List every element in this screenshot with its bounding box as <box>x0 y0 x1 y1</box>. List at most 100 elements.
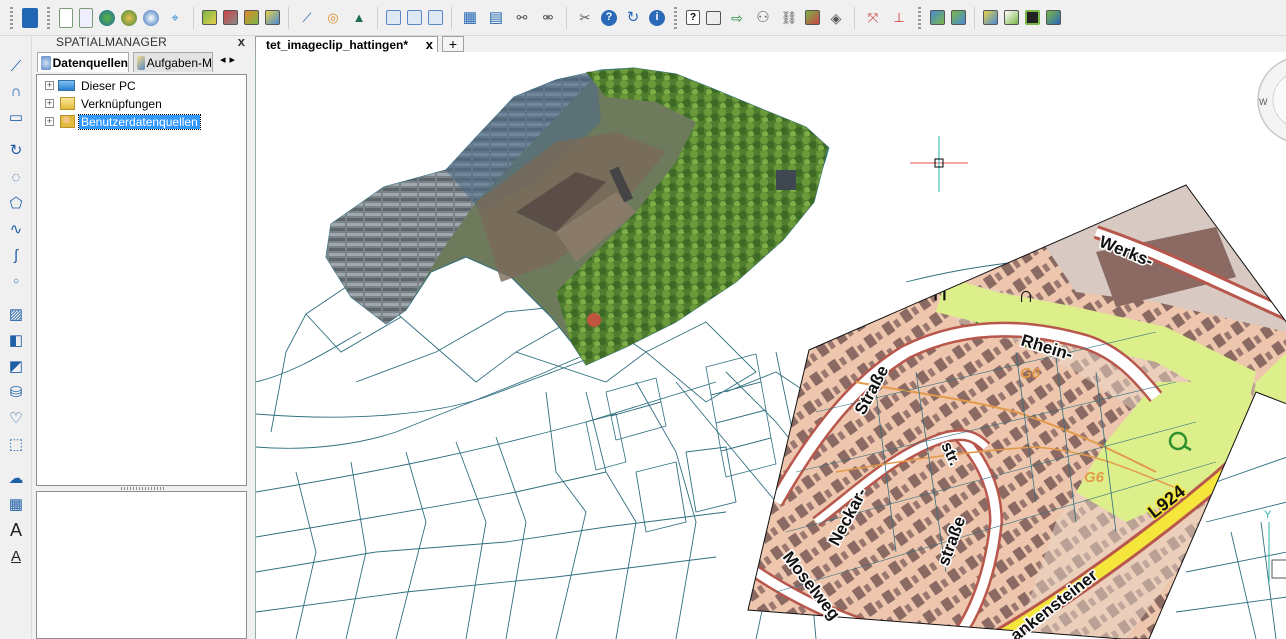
contour-label: G6 <box>1020 365 1041 382</box>
navigation-wheel[interactable]: W <box>1257 57 1286 143</box>
rectangle-icon[interactable]: ▭ <box>5 106 27 128</box>
tab-aufgaben[interactable]: Aufgaben-M <box>133 52 213 72</box>
tab-document[interactable]: tet_imageclip_hattingen* x <box>255 36 438 52</box>
tab-scroll-arrows[interactable]: ◂▸ <box>220 53 239 66</box>
rotate-icon[interactable]: ↻ <box>5 139 27 161</box>
unlink-icon[interactable]: ⚮ <box>538 8 558 28</box>
page-setup-icon[interactable] <box>706 10 721 25</box>
curve-icon[interactable]: ʃ <box>5 244 27 266</box>
spline-icon[interactable]: ∿ <box>5 218 27 240</box>
attribute-table-icon[interactable]: ▤ <box>486 8 506 28</box>
tree-item-label: Benutzerdatenquellen <box>78 113 201 130</box>
map-edit-icon[interactable] <box>805 10 820 25</box>
tree-item-verknuepfungen[interactable]: + Verknüpfungen <box>45 95 164 112</box>
expand-icon[interactable]: + <box>45 81 54 90</box>
image-transform-icon[interactable] <box>1004 10 1019 25</box>
datasource-tree: + Dieser PC + Verknüpfungen + Benutzerda… <box>36 74 247 486</box>
cloud-icon[interactable]: ☁ <box>5 467 27 489</box>
line-edit-icon[interactable]: ⟋ <box>297 8 317 28</box>
image-grid-icon[interactable] <box>1046 10 1061 25</box>
buffer-icon[interactable]: ◎ <box>323 8 343 28</box>
aerial-image-clip[interactable] <box>325 67 829 366</box>
link-icon[interactable]: ⚯ <box>512 8 532 28</box>
raster-map-icon[interactable] <box>223 10 238 25</box>
main-toolbar: ⌖ ⟋ ◎ ▲ ▦ ▤ ⚯ ⚮ ✂ ? ↻ i ? ⇨ ⚇ ⛓ ◈ ⤧ ⊥ <box>0 0 1286 36</box>
refresh-icon[interactable]: ↻ <box>623 8 643 28</box>
tab-datenquellen[interactable]: Datenquellen <box>37 52 129 72</box>
region-icon[interactable]: ◧ <box>5 329 27 351</box>
raster-orange-icon[interactable] <box>244 10 259 25</box>
globe-icon[interactable] <box>99 9 115 26</box>
task-icon <box>137 55 145 70</box>
toolbar-grip[interactable] <box>10 6 13 29</box>
help-icon[interactable]: ? <box>601 9 617 26</box>
query-icon[interactable]: ? <box>686 10 700 25</box>
point-icon[interactable]: ○ <box>5 270 27 292</box>
tree-item-label: Verknüpfungen <box>81 96 162 111</box>
panel-title-bar[interactable]: SPATIALMANAGER x <box>33 34 249 50</box>
hatch-icon[interactable]: ▨ <box>5 303 27 325</box>
select-features-icon[interactable] <box>386 10 401 25</box>
expand-icon[interactable]: + <box>45 117 54 126</box>
panel-splitter[interactable] <box>121 487 165 490</box>
cloud-shape-icon[interactable]: ♡ <box>5 407 27 429</box>
region-box-icon[interactable]: ⬚ <box>5 433 27 455</box>
new-tab-button[interactable]: + <box>442 36 464 52</box>
toolbar-separator <box>854 6 855 29</box>
3d-icon[interactable]: ⛁ <box>5 381 27 403</box>
new-file-icon[interactable] <box>59 7 73 28</box>
terrain-icon[interactable]: ▲ <box>349 8 369 28</box>
toolbar-grip[interactable] <box>47 6 50 29</box>
tree-item-dieser-pc[interactable]: + Dieser PC <box>45 77 138 94</box>
export-icon[interactable]: ⇨ <box>727 8 747 28</box>
toolbar-separator <box>288 6 289 29</box>
coordinate-icon[interactable]: ⤧ <box>863 8 883 28</box>
image-frame-icon[interactable] <box>1025 10 1040 25</box>
open-file-icon[interactable] <box>79 7 93 28</box>
chain-icon[interactable]: ⛓ <box>779 8 799 28</box>
zoom-features-icon[interactable] <box>428 10 443 25</box>
toolbar-separator <box>566 6 567 29</box>
compass-west-label: W <box>1259 97 1268 107</box>
overlay-icon[interactable]: ⚇ <box>753 8 773 28</box>
tree-item-benutzerdatenquellen[interactable]: + Benutzerdatenquellen <box>45 113 201 130</box>
image-adjust-icon[interactable] <box>983 10 998 25</box>
spatial-manager-panel: SPATIALMANAGER x Datenquellen Aufgaben-M… <box>33 34 249 639</box>
snap-icon[interactable]: ⊥ <box>889 8 909 28</box>
image-clip-icon[interactable] <box>951 10 966 25</box>
toolbar-separator <box>377 6 378 29</box>
text-icon[interactable]: A <box>5 519 27 541</box>
select-region-icon[interactable] <box>407 10 422 25</box>
toolbar-separator <box>451 6 452 29</box>
grid-table-icon[interactable]: ▦ <box>5 493 27 515</box>
polyline-icon[interactable]: ⬠ <box>5 192 27 214</box>
toolbar-grip[interactable] <box>674 6 677 29</box>
map-canvas[interactable]: G6 G6 ⊓ ∩ Werks- Rhein- Straße str. Neck… <box>255 52 1286 639</box>
tab-label: Datenquellen <box>52 55 128 70</box>
image-insert-icon[interactable] <box>930 10 945 25</box>
expand-icon[interactable]: + <box>45 99 54 108</box>
info-icon[interactable]: i <box>649 9 665 26</box>
close-tab-icon[interactable]: x <box>426 37 433 52</box>
raster-red-icon[interactable] <box>202 10 217 25</box>
text-style-icon[interactable]: A <box>5 545 27 567</box>
raster-yellow-icon[interactable] <box>265 10 280 25</box>
arc-icon[interactable]: ∩ <box>5 80 27 102</box>
tools-icon[interactable]: ✂ <box>575 8 595 28</box>
map-fold-icon[interactable]: ◈ <box>826 8 846 28</box>
mine-symbol-icon: ⊓ <box>933 284 947 304</box>
globe-grid-icon[interactable] <box>121 9 137 26</box>
table-icon[interactable]: ▦ <box>460 8 480 28</box>
layer-manager-icon[interactable] <box>22 7 38 28</box>
details-pane <box>36 491 247 639</box>
toolbar-grip[interactable] <box>918 6 921 29</box>
user-folder-icon <box>60 115 75 128</box>
circle-icon[interactable]: ◌ <box>5 166 27 188</box>
toolbar-separator <box>193 6 194 29</box>
boundary-icon[interactable]: ◩ <box>5 355 27 377</box>
map-view[interactable]: G6 G6 ⊓ ∩ Werks- Rhein- Straße str. Neck… <box>256 52 1286 639</box>
pin-icon[interactable]: ⌖ <box>165 8 185 28</box>
line-icon[interactable]: ⟋ <box>5 55 27 77</box>
close-icon[interactable]: x <box>238 34 245 49</box>
world-icon[interactable] <box>143 9 159 26</box>
